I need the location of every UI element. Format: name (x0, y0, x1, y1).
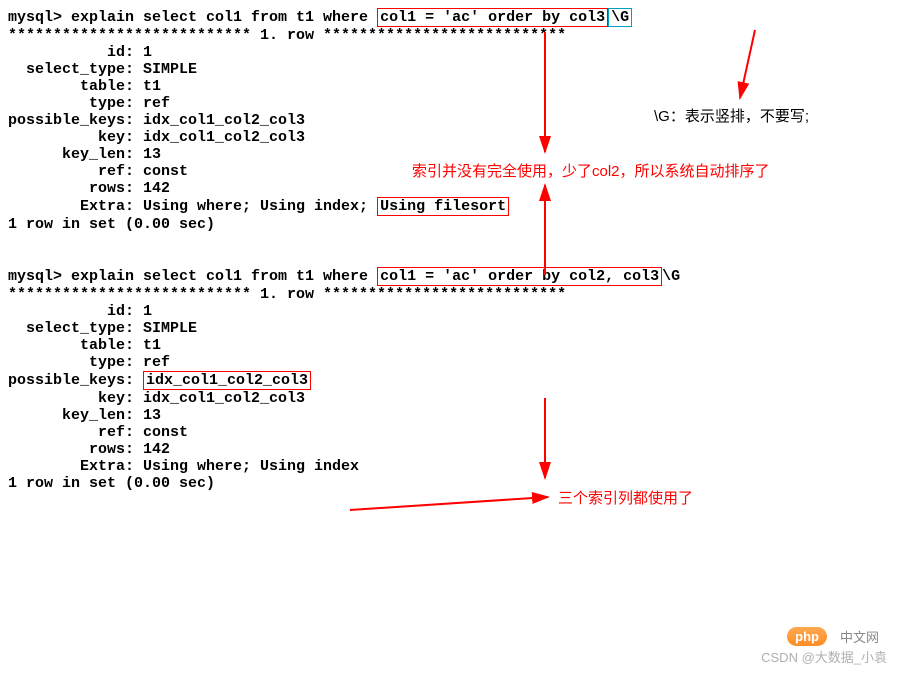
q1-extra-pre: Extra: Using where; Using index; (8, 198, 377, 215)
annot-note2: 三个索引列都使用了 (558, 487, 693, 508)
q1-sep: *************************** 1. row *****… (8, 27, 889, 44)
arrow-pk-to-note2 (350, 497, 548, 510)
q2-possible-keys-line: possible_keys: idx_col1_col2_col3 (8, 371, 889, 390)
q2-extra: Extra: Using where; Using index (8, 458, 889, 475)
q2-id: id: 1 (8, 303, 889, 320)
php-logo: php (787, 627, 827, 646)
q2-table: table: t1 (8, 337, 889, 354)
q2-key: key: idx_col1_col2_col3 (8, 390, 889, 407)
q2-prompt: mysql> explain select col1 from t1 where (8, 268, 377, 285)
q2-pk-box: idx_col1_col2_col3 (143, 371, 311, 390)
q1-extra-box: Using filesort (377, 197, 509, 216)
q1-rows: rows: 142 (8, 180, 889, 197)
q2-prompt-line: mysql> explain select col1 from t1 where… (8, 267, 889, 286)
q2-key-len: key_len: 13 (8, 407, 889, 424)
q1-suffix-box: \G (608, 8, 632, 27)
q2-rows: rows: 142 (8, 441, 889, 458)
watermark: CSDN @大数据_小袁 (761, 647, 887, 666)
q1-footer: 1 row in set (0.00 sec) (8, 216, 889, 233)
q2-ref: ref: const (8, 424, 889, 441)
annot-note1: 索引并没有完全使用，少了col2，所以系统自动排序了 (412, 160, 770, 181)
q2-footer: 1 row in set (0.00 sec) (8, 475, 889, 492)
q2-clause-box: col1 = 'ac' order by col2, col3 (377, 267, 662, 286)
q2-pk-pre: possible_keys: (8, 372, 143, 389)
q2-sep: *************************** 1. row *****… (8, 286, 889, 303)
q2-type: type: ref (8, 354, 889, 371)
q1-key: key: idx_col1_col2_col3 (8, 129, 889, 146)
q2-select-type: select_type: SIMPLE (8, 320, 889, 337)
q1-extra-line: Extra: Using where; Using index; Using f… (8, 197, 889, 216)
php-text: 中文网 (840, 627, 879, 646)
q1-select-type: select_type: SIMPLE (8, 61, 889, 78)
q2-suffix: \G (662, 268, 680, 285)
q1-prompt-line: mysql> explain select col1 from t1 where… (8, 8, 889, 27)
annot-g-explain: \G：表示竖排，不要写; (654, 105, 809, 126)
q1-clause-box: col1 = 'ac' order by col3 (377, 8, 608, 27)
q1-prompt: mysql> explain select col1 from t1 where (8, 9, 377, 26)
q1-table: table: t1 (8, 78, 889, 95)
q1-id: id: 1 (8, 44, 889, 61)
